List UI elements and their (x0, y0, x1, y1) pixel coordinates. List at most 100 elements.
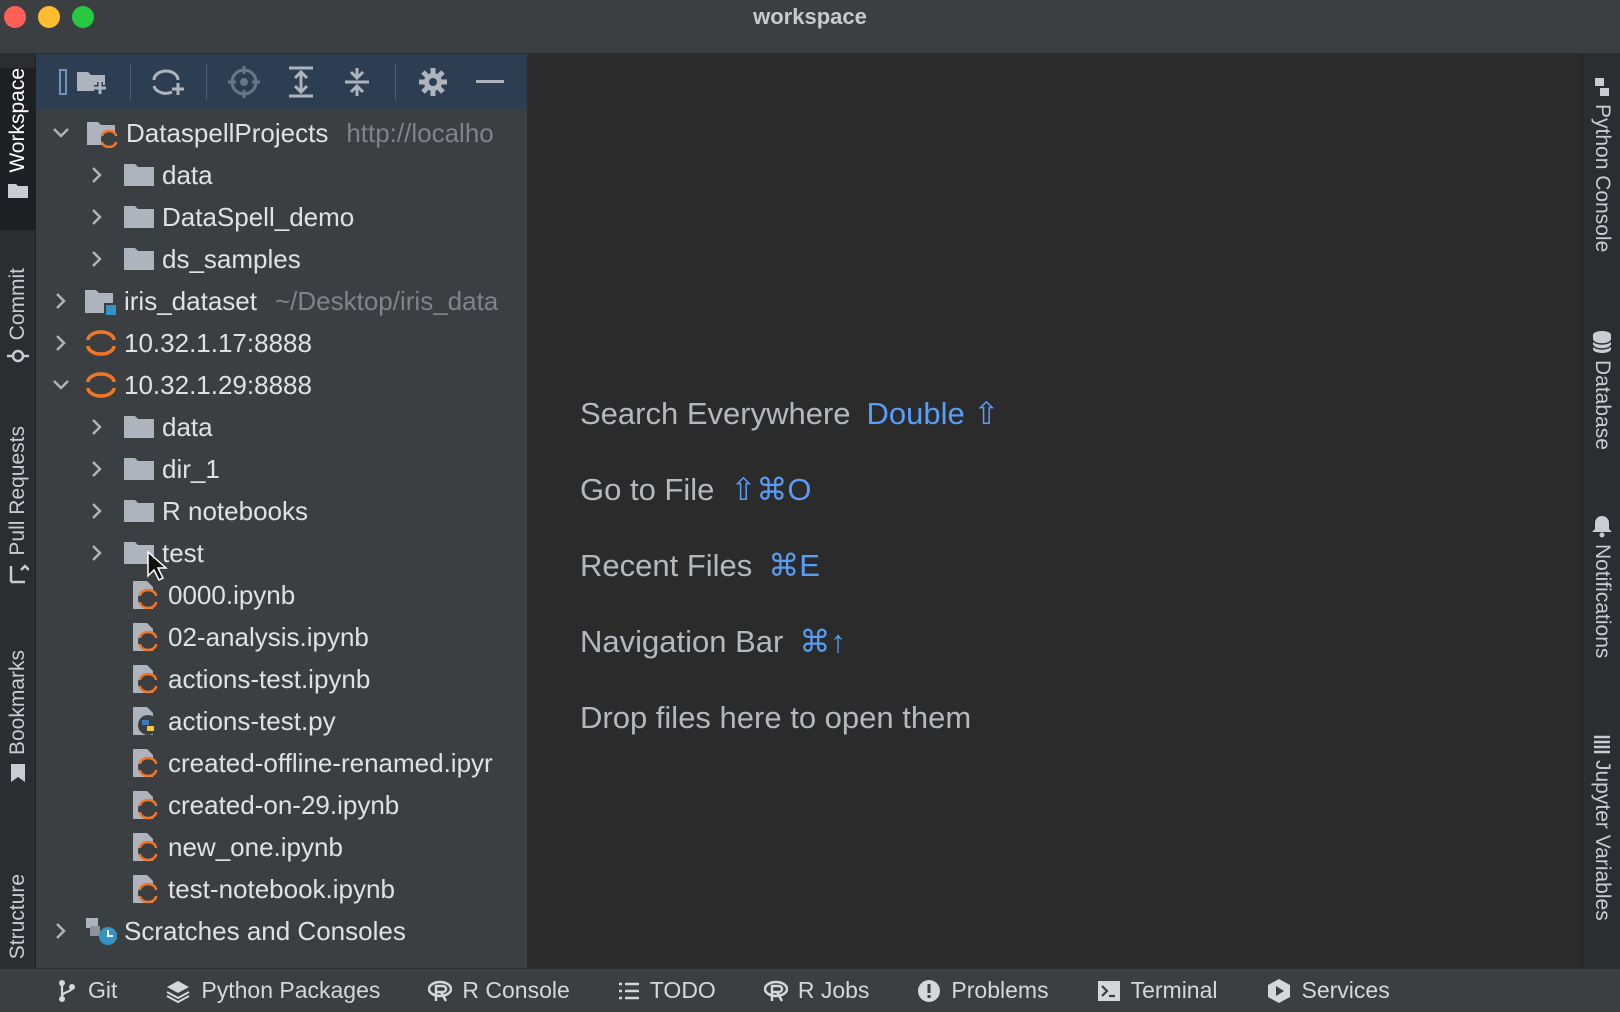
chevron-right-icon[interactable] (48, 288, 74, 314)
hint-text: Go to File (580, 472, 715, 507)
tree-item-file[interactable]: new_one.ipynb (36, 826, 527, 868)
tool-problems-label: Problems (951, 977, 1049, 1003)
tab-python-console[interactable]: Python Console (1583, 76, 1620, 296)
panel-marker-icon (56, 62, 70, 102)
git-branch-icon (59, 979, 75, 1002)
tool-python-packages[interactable]: Python Packages (165, 977, 380, 1004)
tool-r-console[interactable]: R Console (428, 977, 570, 1004)
tab-structure[interactable]: Structure (0, 874, 36, 968)
locate-button[interactable] (225, 62, 264, 102)
chevron-right-icon[interactable] (48, 330, 74, 356)
tab-jupyter-variables[interactable]: Jupyter Variables (1583, 734, 1620, 968)
tool-problems[interactable]: Problems (917, 977, 1049, 1004)
terminal-icon (1097, 980, 1120, 1001)
tree-item-server-17[interactable]: 10.32.1.17:8888 (36, 322, 527, 364)
tab-structure-label: Structure (6, 874, 29, 960)
tree-item-label: new_one.ipynb (168, 831, 343, 862)
hint-search-everywhere: Search Everywhere Double ⇧ (580, 396, 999, 432)
bookmark-icon (11, 764, 25, 783)
project-local-icon (84, 286, 118, 316)
tool-r-console-label: R Console (462, 977, 570, 1003)
tree-item-label: dir_1 (162, 453, 220, 484)
tab-bookmarks[interactable]: Bookmarks (0, 650, 36, 810)
r-icon (428, 980, 453, 1002)
chevron-down-icon[interactable] (48, 120, 74, 146)
collapse-all-button[interactable] (338, 62, 377, 102)
tab-database[interactable]: Database (1583, 330, 1620, 510)
chevron-right-icon[interactable] (84, 456, 110, 482)
chevron-right-icon[interactable] (84, 246, 110, 272)
tab-notifications[interactable]: Notifications (1583, 514, 1620, 734)
tree-item-data[interactable]: data (36, 154, 527, 196)
pull-request-icon (9, 563, 29, 583)
tree-item-ds-samples[interactable]: ds_samples (36, 238, 527, 280)
tree-item-label: actions-test.py (168, 705, 336, 736)
todo-list-icon (618, 982, 639, 999)
chevron-right-icon[interactable] (84, 162, 110, 188)
settings-button[interactable] (414, 62, 453, 102)
hint-recent-files: Recent Files ⌘E (580, 548, 820, 584)
tool-todo[interactable]: TODO (618, 977, 716, 1004)
folder-icon (122, 496, 156, 526)
tree-item-dir-1[interactable]: dir_1 (36, 448, 527, 490)
add-jupyter-connection-button[interactable] (149, 62, 188, 102)
chevron-right-icon[interactable] (84, 414, 110, 440)
tree-item-data-remote[interactable]: data (36, 406, 527, 448)
hint-shortcut: Double ⇧ (866, 396, 1000, 431)
tool-r-jobs[interactable]: R Jobs (763, 977, 869, 1004)
attach-folder-button[interactable] (74, 62, 113, 102)
hint-navigation-bar: Navigation Bar ⌘↑ (580, 624, 846, 660)
tab-bookmarks-label: Bookmarks (6, 650, 29, 756)
tree-item-scratches[interactable]: Scratches and Consoles (36, 910, 527, 952)
tree-item-label: R notebooks (162, 495, 308, 526)
tree-item-file[interactable]: created-offline-renamed.ipyr (36, 742, 527, 784)
notebook-icon (128, 832, 162, 862)
collapse-all-icon (345, 68, 370, 96)
tree-item-label: created-offline-renamed.ipyr (168, 747, 493, 778)
tool-services[interactable]: Services (1266, 977, 1390, 1004)
left-tool-stripe: Workspace Commit Pull Requests Bookmarks… (0, 54, 36, 968)
tree-item-r-notebooks[interactable]: R notebooks (36, 490, 527, 532)
editor-empty-state[interactable]: Search Everywhere Double ⇧ Go to File ⇧⌘O … (528, 54, 1582, 968)
folder-icon (122, 160, 156, 190)
tool-terminal[interactable]: Terminal (1097, 977, 1218, 1004)
folder-icon (122, 412, 156, 442)
tool-git[interactable]: Git (56, 977, 117, 1004)
tree-item-test[interactable]: test (36, 532, 527, 574)
right-tool-stripe: Python Console Database Notifications Ju… (1582, 54, 1620, 968)
tree-item-file[interactable]: actions-test.ipynb (36, 658, 527, 700)
tab-pull-requests-label: Pull Requests (6, 426, 29, 556)
tree-item-label: data (162, 411, 213, 442)
chevron-right-icon[interactable] (84, 498, 110, 524)
tab-workspace[interactable]: Workspace (0, 68, 36, 230)
tree-item-file[interactable]: created-on-29.ipynb (36, 784, 527, 826)
chevron-down-icon[interactable] (48, 372, 74, 398)
tree-item-dataspellprojects[interactable]: DataspellProjects http://localho (36, 112, 527, 154)
panel-toolbar (36, 54, 527, 110)
mouse-cursor-icon (147, 550, 168, 582)
tree-item-file[interactable]: test-notebook.ipynb (36, 868, 527, 910)
tab-commit[interactable]: Commit (0, 268, 36, 388)
tree-item-iris-dataset[interactable]: iris_dataset ~/Desktop/iris_data (36, 280, 527, 322)
tab-workspace-label: Workspace (6, 68, 29, 173)
tree-item-file[interactable]: actions-test.py (36, 700, 527, 742)
tree-item-dataspell-demo[interactable]: DataSpell_demo (36, 196, 527, 238)
folder-icon (122, 454, 156, 484)
hide-panel-button[interactable] (470, 62, 509, 102)
chevron-right-icon[interactable] (84, 540, 110, 566)
python-icon (1595, 78, 1609, 96)
tree-item-file[interactable]: 0000.ipynb (36, 574, 527, 616)
expand-all-button[interactable] (281, 62, 320, 102)
chevron-right-icon[interactable] (84, 204, 110, 230)
crosshair-icon (228, 66, 261, 98)
gear-icon (419, 68, 448, 96)
tree-item-server-29[interactable]: 10.32.1.29:8888 (36, 364, 527, 406)
chevron-right-icon[interactable] (48, 918, 74, 944)
expand-all-icon (288, 66, 313, 98)
tree-item-label: DataspellProjects (126, 117, 329, 148)
tab-pull-requests[interactable]: Pull Requests (0, 426, 36, 610)
project-jupyter-icon (86, 118, 120, 148)
layers-icon (166, 980, 190, 1003)
tree-item-label: 10.32.1.17:8888 (124, 327, 312, 358)
tree-item-file[interactable]: 02-analysis.ipynb (36, 616, 527, 658)
